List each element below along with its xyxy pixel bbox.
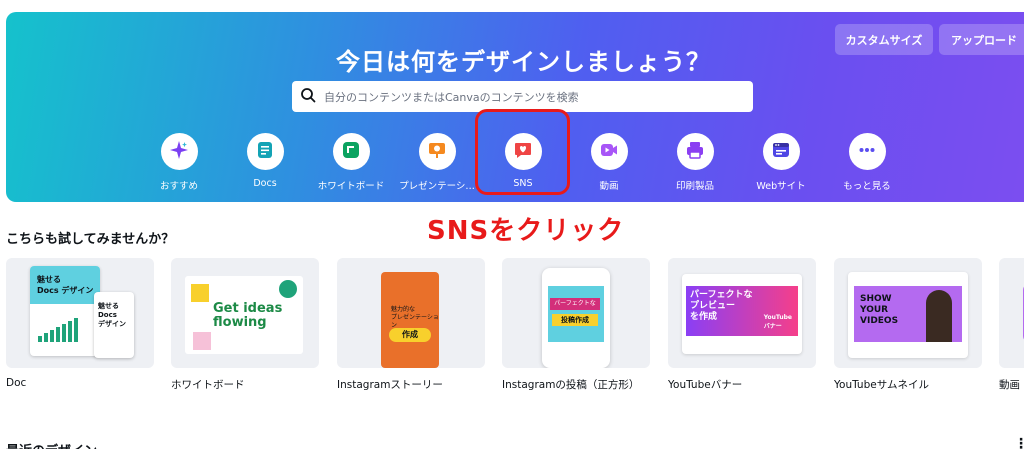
card-thumbnail xyxy=(999,258,1024,368)
website-icon xyxy=(771,140,791,164)
card-thumbnail: 魅せる Docs デザイン 魅せる Docs デザイン xyxy=(6,258,154,368)
card-whiteboard[interactable]: Get ideas flowing ホワイトボード xyxy=(171,258,319,392)
section-title: こちらも試してみませんか？ xyxy=(6,232,175,247)
card-video[interactable]: 動画 xyxy=(999,258,1024,392)
category-print[interactable]: 印刷製品 xyxy=(655,133,735,192)
card-thumbnail: Get ideas flowing xyxy=(171,258,319,368)
card-thumbnail: パーフェクトな 投稿作成 xyxy=(502,258,650,368)
thumb-yt-thumb-text: SHOW YOUR VIDEOS xyxy=(860,294,899,326)
category-label: プレゼンテーシ… xyxy=(399,181,475,192)
card-thumbnail: パーフェクトな プレビュー を作成 YouTube バナー xyxy=(668,258,816,368)
video-icon xyxy=(599,140,619,164)
card-label: Doc xyxy=(6,377,27,389)
thumb-doc-title: 魅せる Docs デザイン xyxy=(37,275,94,295)
category-presentation[interactable]: プレゼンテーシ… xyxy=(397,133,477,192)
category-label: おすすめ xyxy=(159,181,198,192)
card-label: YouTubeサムネイル xyxy=(834,379,929,391)
category-label: Webサイト xyxy=(756,181,806,192)
card-youtube-banner[interactable]: パーフェクトな プレビュー を作成 YouTube バナー YouTubeバナー xyxy=(668,258,816,392)
card-label: Instagramの投稿（正方形） xyxy=(502,379,640,391)
search-input[interactable]: 自分のコンテンツまたはCanvaのコンテンツを検索 xyxy=(292,81,753,112)
category-website[interactable]: Webサイト xyxy=(741,133,821,192)
category-label: Docs xyxy=(253,178,277,189)
card-instagram-story[interactable]: 魅力的な プレゼンテーション 作成 Instagramストーリー xyxy=(337,258,485,392)
card-label: YouTubeバナー xyxy=(668,379,743,391)
presentation-icon xyxy=(427,140,447,164)
category-label: 印刷製品 xyxy=(675,181,714,192)
thumb-story-text: 魅力的な プレゼンテーション xyxy=(391,306,439,329)
more-options-icon[interactable]: ⋮ xyxy=(1014,436,1024,449)
card-label: 動画 xyxy=(999,379,1020,391)
card-label: ホワイトボード xyxy=(171,379,245,391)
category-docs[interactable]: Docs xyxy=(225,133,305,189)
card-instagram-post[interactable]: パーフェクトな 投稿作成 Instagramの投稿（正方形） xyxy=(502,258,650,392)
annotation-text: SNSをクリック xyxy=(427,216,625,246)
thumb-doc-small: 魅せる Docs デザイン xyxy=(98,302,126,328)
category-label: もっと見る xyxy=(843,181,891,192)
category-recommended[interactable]: おすすめ xyxy=(139,133,219,192)
category-label: ホワイトボード xyxy=(317,181,385,192)
sparkle-icon xyxy=(169,140,189,164)
card-thumbnail: SHOW YOUR VIDEOS xyxy=(834,258,982,368)
recent-designs-title: 最近のデザイン xyxy=(6,440,97,449)
thumb-yt-banner-text: パーフェクトな プレビュー を作成 xyxy=(690,290,753,322)
custom-size-button[interactable]: カスタムサイズ xyxy=(835,24,933,55)
category-label: 動画 xyxy=(599,181,619,192)
category-video[interactable]: 動画 xyxy=(569,133,649,192)
category-more[interactable]: もっと見る xyxy=(827,133,907,192)
card-doc[interactable]: 魅せる Docs デザイン 魅せる Docs デザイン Doc xyxy=(6,258,154,389)
card-thumbnail: 魅力的な プレゼンテーション 作成 xyxy=(337,258,485,368)
more-icon xyxy=(857,140,877,164)
doc-icon xyxy=(255,140,275,164)
thumb-story-badge: 作成 xyxy=(389,328,431,342)
card-youtube-thumbnail[interactable]: SHOW YOUR VIDEOS YouTubeサムネイル xyxy=(834,258,982,392)
thumb-post-badge2: 投稿作成 xyxy=(552,314,598,326)
printer-icon xyxy=(685,140,705,164)
thumb-wb-text: Get ideas flowing xyxy=(213,301,283,330)
whiteboard-icon xyxy=(341,140,361,164)
category-whiteboard[interactable]: ホワイトボード xyxy=(311,133,391,192)
search-icon xyxy=(300,87,316,107)
thumb-post-badge: パーフェクトな xyxy=(550,298,600,310)
upload-button[interactable]: アップロード xyxy=(939,24,1024,55)
card-label: Instagramストーリー xyxy=(337,379,443,391)
search-placeholder: 自分のコンテンツまたはCanvaのコンテンツを検索 xyxy=(324,90,579,104)
thumb-yt-banner-tag: YouTube バナー xyxy=(763,314,792,330)
sns-highlight-box xyxy=(475,109,570,195)
